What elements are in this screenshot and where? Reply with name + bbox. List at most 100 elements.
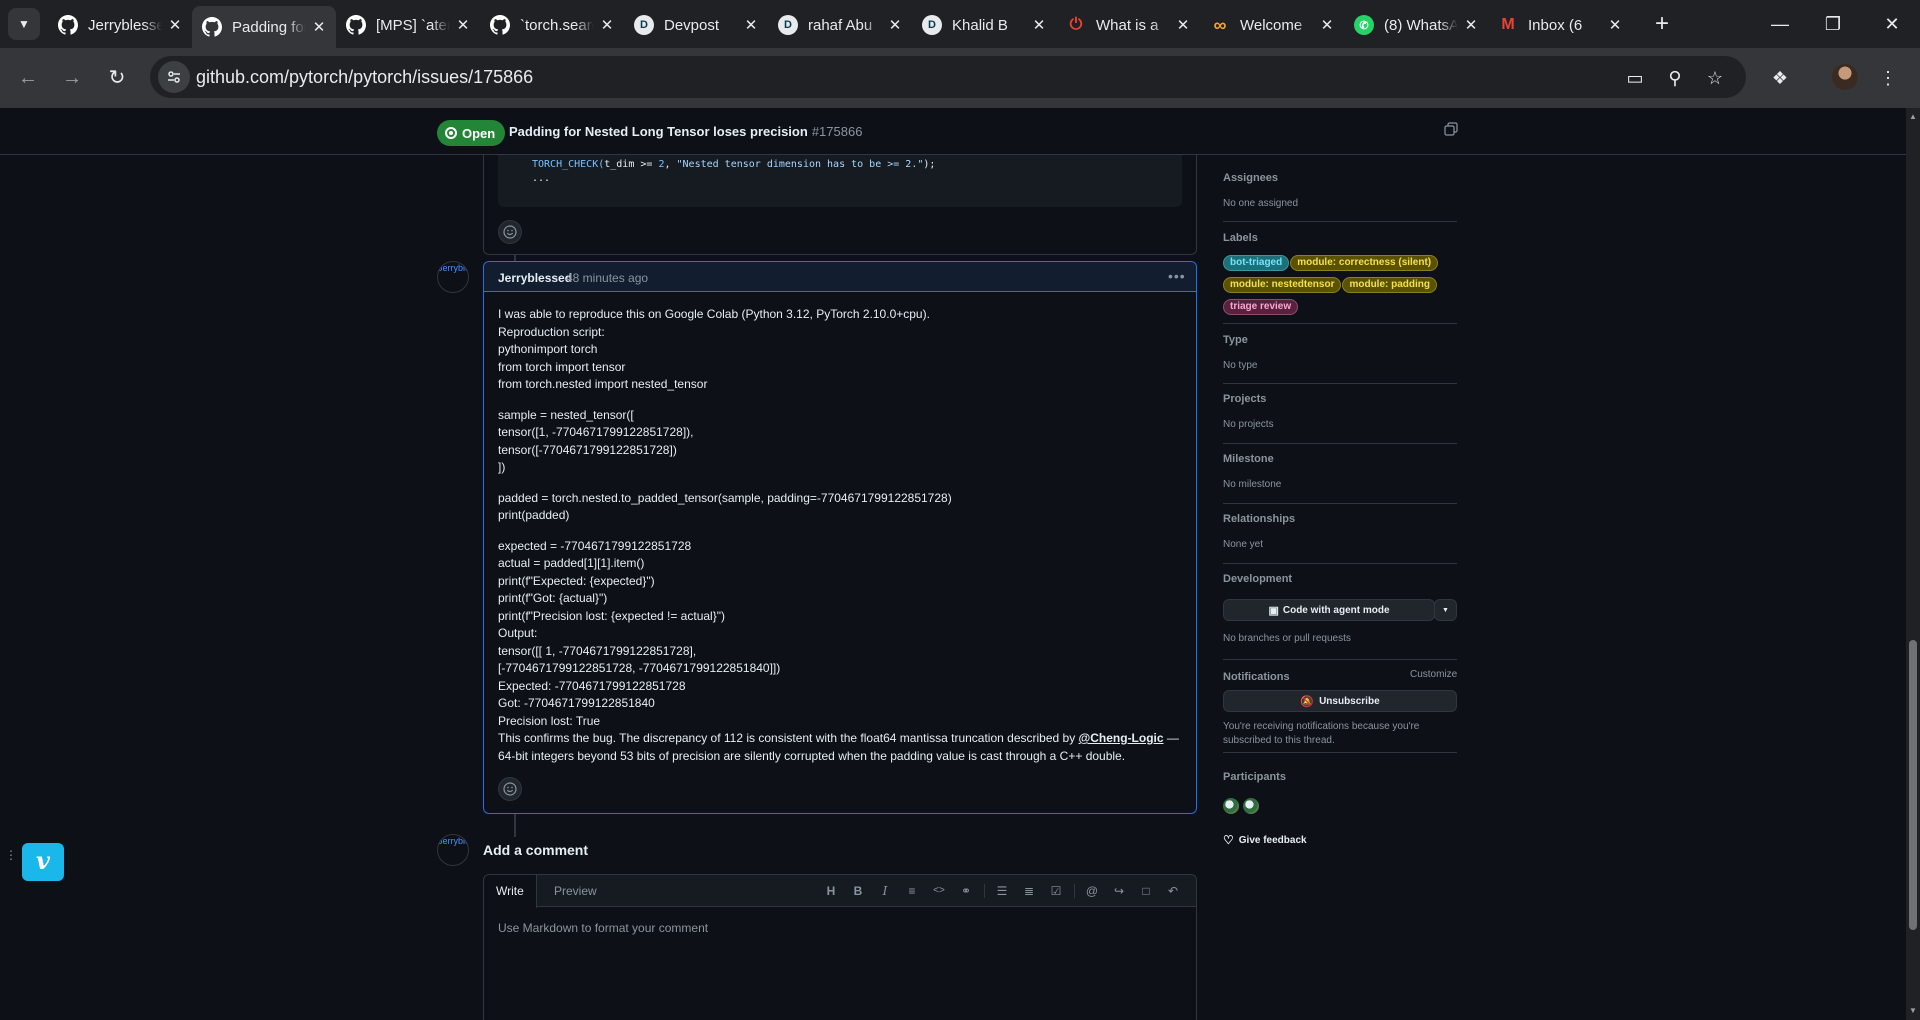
- devpost-icon: D: [922, 15, 942, 35]
- comment: Jerryblessed 48 minutes ago ••• I was ab…: [483, 261, 1197, 814]
- scroll-up-icon[interactable]: ▲: [1908, 112, 1918, 121]
- assignees-value: No one assigned: [1223, 198, 1299, 209]
- add-reaction-button[interactable]: [498, 777, 522, 801]
- browser-tab[interactable]: Jerryblessed✕: [48, 8, 192, 42]
- assignees-heading[interactable]: Assignees: [1223, 172, 1457, 184]
- give-feedback-link[interactable]: ♡ Give feedback: [1223, 833, 1307, 847]
- quote-icon[interactable]: ≡: [904, 883, 920, 899]
- code-block: TORCH_CHECK(t_dim >= 2, "Nested tensor d…: [498, 155, 1182, 207]
- browser-tab[interactable]: Drahaf Abu ✕: [768, 8, 912, 42]
- tab-search-button[interactable]: ▼: [8, 8, 40, 40]
- relationships-heading[interactable]: Relationships: [1223, 513, 1457, 525]
- browser-tab[interactable]: ∞ Welcome ✕: [1200, 8, 1344, 42]
- mention-icon[interactable]: @: [1084, 883, 1100, 899]
- numbered-list-icon[interactable]: ≣: [1021, 883, 1037, 899]
- scroll-down-icon[interactable]: ▼: [1908, 1006, 1918, 1015]
- close-tab-icon[interactable]: ✕: [1458, 16, 1484, 34]
- extensions-icon[interactable]: ❖: [1764, 62, 1796, 94]
- minimize-button[interactable]: —: [1760, 10, 1800, 38]
- unsubscribe-button[interactable]: 🔕 Unsubscribe: [1223, 690, 1457, 712]
- install-app-icon[interactable]: ▭: [1622, 65, 1648, 91]
- browser-tab[interactable]: D Khalid B ✕: [912, 8, 1056, 42]
- code-with-agent-button[interactable]: ▣ Code with agent mode: [1223, 599, 1435, 621]
- back-button[interactable]: ←: [12, 62, 44, 94]
- browser-tab[interactable]: ✆ (8) WhatsApp✕: [1344, 8, 1488, 42]
- bullet-list-icon[interactable]: ☰: [994, 883, 1010, 899]
- issue-label[interactable]: triage review: [1223, 299, 1299, 315]
- address-bar[interactable]: github.com/pytorch/pytorch/issues/175866…: [150, 56, 1746, 98]
- new-tab-button[interactable]: +: [1648, 11, 1676, 39]
- issue-label[interactable]: module: nestedtensor: [1223, 277, 1342, 293]
- task-list-icon[interactable]: ☑: [1048, 883, 1064, 899]
- close-tab-icon[interactable]: ✕: [594, 16, 620, 34]
- participant-avatar[interactable]: [1223, 798, 1239, 814]
- site-info-icon[interactable]: [158, 61, 190, 93]
- forward-button[interactable]: →: [56, 62, 88, 94]
- browser-tab[interactable]: ⏻ What is a ✕: [1056, 8, 1200, 42]
- code-icon[interactable]: <>: [931, 883, 947, 899]
- close-tab-icon[interactable]: ✕: [306, 18, 332, 36]
- tab-write[interactable]: Write: [484, 875, 537, 908]
- customize-notifications-link[interactable]: Customize: [1410, 669, 1457, 680]
- close-tab-icon[interactable]: ✕: [450, 16, 476, 34]
- slash-command-icon[interactable]: □: [1138, 883, 1154, 899]
- comment-textarea[interactable]: Use Markdown to format your comment: [498, 921, 708, 935]
- comment-paragraph: sample = nested_tensor([ tensor([1, -770…: [498, 407, 694, 475]
- bold-icon[interactable]: B: [850, 883, 866, 899]
- projects-heading[interactable]: Projects: [1223, 393, 1457, 405]
- participant-avatar[interactable]: [1243, 798, 1259, 814]
- issue-label[interactable]: module: padding: [1342, 277, 1438, 293]
- reference-icon[interactable]: ↪: [1111, 883, 1127, 899]
- user-mention-link[interactable]: @Cheng-Logic: [1079, 731, 1164, 745]
- reload-button[interactable]: ↻: [101, 62, 133, 94]
- copy-link-icon[interactable]: [1444, 122, 1458, 136]
- issue-label[interactable]: module: correctness (silent): [1290, 255, 1439, 271]
- participants-heading: Participants: [1223, 771, 1286, 783]
- comment-author-avatar[interactable]: Jerryblessed: [437, 261, 469, 293]
- undo-icon[interactable]: ↶: [1165, 883, 1181, 899]
- close-tab-icon[interactable]: ✕: [1602, 16, 1628, 34]
- bookmark-star-icon[interactable]: ☆: [1702, 65, 1728, 91]
- close-tab-icon[interactable]: ✕: [162, 16, 188, 34]
- profile-avatar[interactable]: [1832, 64, 1858, 90]
- comment-author[interactable]: Jerryblessed: [498, 271, 572, 285]
- zoom-icon[interactable]: ⚲: [1662, 65, 1688, 91]
- scrollbar-thumb[interactable]: [1909, 640, 1917, 930]
- close-window-button[interactable]: ✕: [1872, 10, 1912, 38]
- comment-timestamp[interactable]: 48 minutes ago: [566, 271, 648, 285]
- browser-tab[interactable]: Padding for Nested Long Tensor✕: [192, 6, 336, 48]
- drag-handle-icon[interactable]: ⋮⋮: [5, 849, 29, 872]
- restore-button[interactable]: ❐: [1813, 10, 1853, 38]
- comment-options-icon[interactable]: •••: [1168, 268, 1186, 284]
- url-text[interactable]: github.com/pytorch/pytorch/issues/175866: [196, 67, 533, 88]
- milestone-heading[interactable]: Milestone: [1223, 453, 1457, 465]
- close-tab-icon[interactable]: ✕: [1026, 16, 1052, 34]
- add-reaction-button[interactable]: [498, 220, 522, 244]
- projects-section: Projects No projects: [1223, 393, 1457, 430]
- browser-tab[interactable]: `torch.searchsorted`✕: [480, 8, 624, 42]
- italic-icon[interactable]: I: [877, 883, 893, 899]
- browser-tab[interactable]: [MPS] `aten::✕: [336, 8, 480, 42]
- browser-menu-icon[interactable]: ⋮: [1872, 62, 1904, 94]
- browser-tab[interactable]: D Devpost ✕: [624, 8, 768, 42]
- link-icon[interactable]: ⚭: [958, 883, 974, 899]
- gmail-icon: M: [1501, 16, 1515, 33]
- heading-icon[interactable]: H: [823, 883, 839, 899]
- close-tab-icon[interactable]: ✕: [1314, 16, 1340, 34]
- issue-number: #175866: [811, 124, 863, 139]
- browser-tab[interactable]: M Inbox (6 ✕: [1488, 8, 1632, 42]
- issue-label[interactable]: bot-triaged: [1223, 255, 1290, 271]
- github-icon: [490, 15, 510, 35]
- vimeo-extension-icon[interactable]: v: [22, 843, 64, 881]
- close-tab-icon[interactable]: ✕: [882, 16, 908, 34]
- close-tab-icon[interactable]: ✕: [1170, 16, 1196, 34]
- close-tab-icon[interactable]: ✕: [738, 16, 764, 34]
- sidebar-divider: [1223, 221, 1457, 222]
- tab-preview[interactable]: Preview: [542, 875, 609, 907]
- labels-heading[interactable]: Labels: [1223, 232, 1457, 244]
- type-heading[interactable]: Type: [1223, 334, 1457, 346]
- page-scrollbar[interactable]: ▲ ▼: [1906, 108, 1920, 1020]
- agent-mode-dropdown[interactable]: ▼: [1434, 599, 1457, 621]
- development-heading[interactable]: Development: [1223, 573, 1457, 585]
- toolbar-divider: [1074, 884, 1075, 898]
